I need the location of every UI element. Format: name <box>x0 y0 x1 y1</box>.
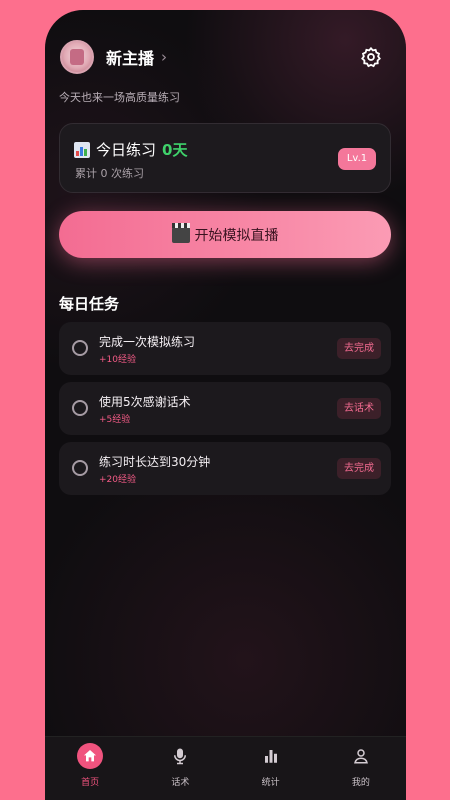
home-icon <box>77 743 104 769</box>
task-xp: +10经验 <box>99 355 136 365</box>
avatar[interactable] <box>60 40 94 74</box>
tab-label: 话术 <box>171 778 190 788</box>
card-title-row: 今日练习 0天 <box>74 139 187 160</box>
task-xp: +5经验 <box>99 415 131 425</box>
profile-header[interactable]: 新主播 › <box>60 40 167 74</box>
task-checkbox[interactable] <box>72 400 88 416</box>
tab-label: 首页 <box>81 778 100 788</box>
username[interactable]: 新主播 <box>106 45 154 69</box>
task-checkbox[interactable] <box>72 460 88 476</box>
task-xp: +20经验 <box>99 475 136 485</box>
task-action-button[interactable]: 去完成 <box>337 338 381 359</box>
bottom-tab-bar: 首页 话术 统计 我的 <box>45 736 406 800</box>
chevron-right-icon[interactable]: › <box>161 48 167 66</box>
app-screen: 新主播 › 今天也来一场高质量练习 今日练习 0天 累计 0 次练习 Lv.1 … <box>45 10 406 800</box>
bar-chart-icon <box>258 743 284 769</box>
tab-label: 我的 <box>351 778 370 788</box>
task-action-button[interactable]: 去话术 <box>337 398 381 419</box>
tab-profile[interactable]: 我的 <box>316 737 406 800</box>
task-checkbox[interactable] <box>72 340 88 356</box>
microphone-icon <box>167 743 193 769</box>
user-icon <box>348 743 374 769</box>
clapperboard-icon <box>171 222 190 243</box>
tab-label: 统计 <box>261 778 280 788</box>
task-title: 练习时长达到30分钟 <box>99 455 211 469</box>
tab-scripts[interactable]: 话术 <box>135 737 225 800</box>
task-title: 使用5次感谢话术 <box>99 395 191 409</box>
settings-gear-icon[interactable] <box>360 46 382 68</box>
practice-card: 今日练习 0天 累计 0 次练习 Lv.1 <box>59 123 391 193</box>
task-item: 练习时长达到30分钟 +20经验 去完成 <box>59 442 391 495</box>
bar-chart-icon <box>74 141 90 158</box>
practice-total: 累计 0 次练习 <box>75 167 144 180</box>
task-action-button[interactable]: 去完成 <box>337 458 381 479</box>
card-title: 今日练习 <box>96 141 157 159</box>
practice-days: 0天 <box>162 141 188 159</box>
task-item: 使用5次感谢话术 +5经验 去话术 <box>59 382 391 435</box>
tab-home[interactable]: 首页 <box>45 737 135 800</box>
start-live-label: 开始模拟直播 <box>194 227 279 244</box>
subtitle: 今天也来一场高质量练习 <box>59 91 180 104</box>
avatar-image <box>70 49 84 65</box>
task-title: 完成一次模拟练习 <box>99 335 196 349</box>
daily-tasks-title: 每日任务 <box>59 295 120 313</box>
start-live-button[interactable]: 开始模拟直播 <box>59 211 391 258</box>
tab-stats[interactable]: 统计 <box>226 737 316 800</box>
task-item: 完成一次模拟练习 +10经验 去完成 <box>59 322 391 375</box>
level-badge: Lv.1 <box>338 148 376 170</box>
